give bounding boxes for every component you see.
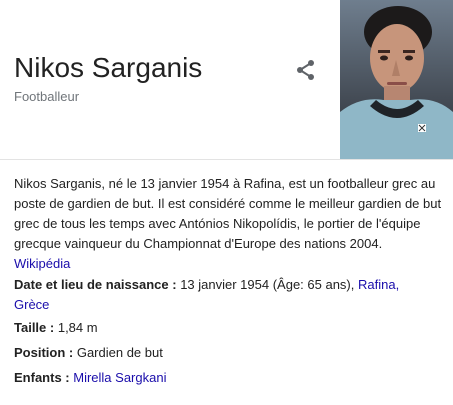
- grece-link[interactable]: Grèce: [14, 297, 49, 312]
- fact-label: Position :: [14, 345, 74, 360]
- fact-value: Gardien de but: [76, 345, 163, 360]
- entity-title: Nikos Sarganis: [14, 52, 203, 83]
- fact-children: Enfants : Mirella Sargkani: [14, 368, 444, 388]
- fact-value: 1,84 m: [57, 320, 98, 335]
- entity-subtitle: Footballeur: [14, 89, 80, 104]
- entity-photo[interactable]: [340, 0, 453, 159]
- description-text: Nikos Sarganis, né le 13 janvier 1954 à …: [14, 176, 442, 251]
- share-icon[interactable]: [294, 58, 318, 82]
- fact-birth: Date et lieu de naissance : 13 janvier 1…: [14, 275, 444, 315]
- rafina-link[interactable]: Rafina,: [358, 277, 399, 292]
- fact-label: Date et lieu de naissance :: [14, 277, 177, 292]
- fact-label: Taille :: [14, 320, 55, 335]
- fact-value: 13 janvier 1954 (Âge: 65 ans),: [180, 277, 355, 292]
- fact-height: Taille : 1,84 m: [14, 318, 444, 338]
- description: Nikos Sarganis, né le 13 janvier 1954 à …: [14, 174, 444, 274]
- divider: [0, 159, 453, 160]
- wikipedia-link[interactable]: Wikipédia: [14, 256, 70, 271]
- fact-position: Position : Gardien de but: [14, 343, 444, 363]
- fact-label: Enfants :: [14, 370, 70, 385]
- knowledge-panel: Nikos Sarganis Footballeur Nikos Sargani…: [0, 0, 453, 405]
- child-link[interactable]: Mirella Sargkani: [73, 370, 166, 385]
